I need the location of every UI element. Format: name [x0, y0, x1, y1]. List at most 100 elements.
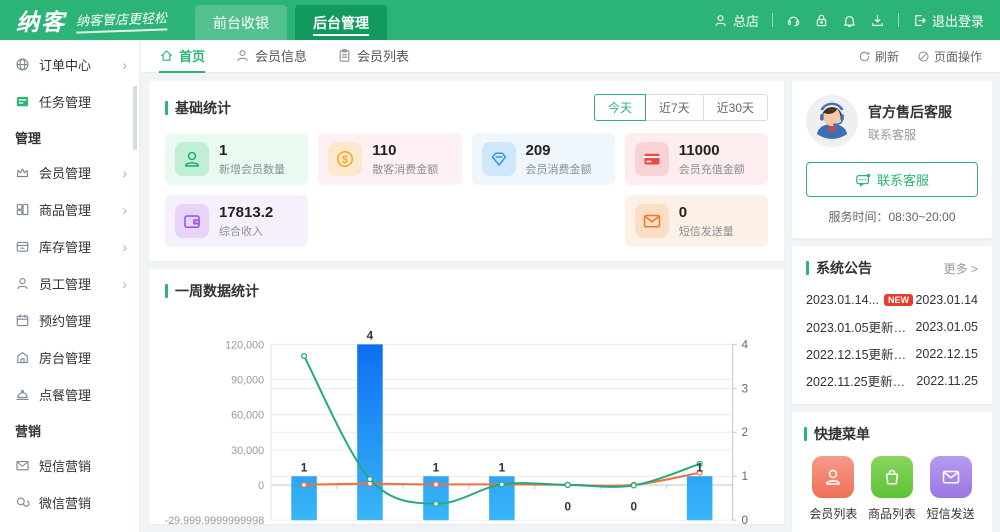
chevron-right-icon: ›: [122, 239, 127, 255]
logout-label: 退出登录: [932, 11, 984, 30]
module-tab-label: 首页: [179, 46, 205, 65]
sidebar-item[interactable]: 小程序营销: [0, 521, 139, 532]
sidebar-item[interactable]: 短信营销: [0, 447, 139, 484]
bankcard-icon: [635, 142, 669, 176]
chat-icon: [855, 172, 871, 188]
svg-text:1: 1: [433, 461, 440, 474]
quick-menu-item[interactable]: 商品列表: [868, 456, 916, 522]
sidebar-item-label: 商品管理: [39, 200, 122, 219]
quick-menu-panel: 快捷菜单 会员列表 商品列表 短信发送 商城订单 商品套餐 优惠券: [792, 412, 992, 532]
app-header: 纳客 纳客管店更轻松 前台收银后台管理 总店 退出登录: [0, 0, 1000, 40]
week-chart[interactable]: 1411001120,00090,00060,00030,0000-29,999…: [165, 309, 768, 524]
sidebar-item[interactable]: 预约管理: [0, 302, 139, 339]
header-tab-admin[interactable]: 后台管理: [295, 5, 387, 40]
week-chart-title: 一周数据统计: [165, 281, 768, 301]
contact-service-button[interactable]: 联系客服: [806, 162, 978, 197]
notice-row[interactable]: 2022.12.15更新说明2022.12.15: [806, 340, 978, 367]
svg-text:30,000: 30,000: [231, 445, 264, 457]
sidebar-item[interactable]: 商品管理›: [0, 191, 139, 228]
stat-label: 短信发送量: [679, 223, 734, 239]
service-name: 官方售后客服: [868, 102, 952, 122]
service-avatar: [806, 95, 858, 150]
chevron-right-icon: ›: [122, 57, 127, 73]
notice-title: 系统公告: [806, 258, 872, 278]
calendar-icon: [15, 313, 30, 328]
quick-menu-label: 短信发送: [927, 505, 975, 522]
stat-label: 新增会员数量: [219, 161, 285, 177]
mail-icon: [635, 204, 669, 238]
content: 首页会员信息会员列表 刷新页面操作 基础统计 今天近7天近30天 1 新增会员数…: [141, 40, 1000, 532]
bell-icon[interactable]: [842, 13, 857, 28]
refresh-button[interactable]: 刷新: [858, 48, 899, 65]
wechat-icon: [15, 495, 30, 510]
quick-menu-item[interactable]: 会员列表: [809, 456, 857, 522]
module-tabbar: 首页 会员信息会员列表 刷新 页面操作: [141, 40, 1000, 73]
time-filter-button[interactable]: 近7天: [645, 94, 704, 121]
sidebar-item[interactable]: 微信营销: [0, 484, 139, 521]
sidebar-item[interactable]: 任务管理: [0, 83, 139, 120]
sidebar-section-label: 营销: [0, 413, 139, 447]
notice-row[interactable]: 2023.01.05更新说明2023.01.05: [806, 313, 978, 340]
module-tab[interactable]: 首页: [159, 40, 205, 73]
stat-card: 11000 会员充值金额: [625, 133, 768, 185]
svg-text:60,000: 60,000: [231, 410, 264, 422]
basic-stats-panel: 基础统计 今天近7天近30天 1 新增会员数量$ 110 散客消费金额 209 …: [149, 81, 784, 261]
sidebar-item[interactable]: 会员管理›: [0, 154, 139, 191]
stat-card: 0 短信发送量: [625, 195, 768, 247]
stat-card: 209 会员消费金额: [472, 133, 615, 185]
time-filter: 今天近7天近30天: [595, 94, 768, 121]
sidebar-item-label: 库存管理: [39, 237, 122, 256]
sidebar-item[interactable]: 点餐管理: [0, 376, 139, 413]
stat-value: 11000: [679, 142, 745, 159]
stat-label: 散客消费金额: [372, 161, 438, 177]
stat-label: 会员充值金额: [679, 161, 745, 177]
module-tab[interactable]: 会员列表: [337, 40, 409, 73]
header-nav: 前台收银后台管理: [195, 5, 395, 40]
mail-icon: [930, 456, 972, 498]
time-filter-button[interactable]: 近30天: [703, 94, 768, 121]
lock-icon[interactable]: [814, 13, 829, 28]
header-tab-cashier[interactable]: 前台收银: [195, 5, 287, 40]
user-icon: [235, 48, 250, 63]
house-icon: [15, 350, 30, 365]
svg-text:4: 4: [367, 329, 374, 342]
page-actions-button[interactable]: 页面操作: [917, 48, 982, 65]
sidebar-item[interactable]: 订单中心›: [0, 46, 139, 83]
new-badge: NEW: [884, 294, 913, 306]
notice-text: 2023.01.05更新说明: [806, 317, 915, 336]
time-filter-button[interactable]: 今天: [594, 94, 646, 121]
storage-icon: [15, 239, 30, 254]
store-switcher[interactable]: 总店: [713, 11, 759, 30]
notice-row[interactable]: 2023.01.14...NEW2023.01.14: [806, 286, 978, 313]
user-icon: [713, 13, 728, 28]
envelope-icon: [15, 458, 30, 473]
refresh-icon: [858, 50, 871, 63]
module-tab[interactable]: 会员信息: [235, 40, 307, 73]
service-time: 服务时间：08:30~20:00: [806, 208, 978, 225]
stat-label: 综合收入: [219, 223, 273, 239]
quick-menu-label: 会员列表: [809, 505, 857, 522]
chevron-right-icon: ›: [122, 202, 127, 218]
task-icon: [15, 94, 30, 109]
headset-icon[interactable]: [786, 13, 801, 28]
notice-date: 2022.11.25: [916, 374, 978, 388]
svg-text:1: 1: [696, 461, 703, 474]
sidebar-item[interactable]: 房台管理: [0, 339, 139, 376]
globe-icon: [15, 57, 30, 72]
sidebar-scrollbar[interactable]: [133, 86, 137, 150]
sidebar-item[interactable]: 库存管理›: [0, 228, 139, 265]
divider: [772, 13, 773, 27]
notice-date: 2022.12.15: [915, 347, 978, 361]
notice-more-link[interactable]: 更多 >: [944, 260, 978, 277]
sidebar-item[interactable]: 员工管理›: [0, 265, 139, 302]
quick-menu-item[interactable]: 短信发送: [927, 456, 975, 522]
notice-row[interactable]: 2022.11.25更新说明2022.11.25: [806, 367, 978, 394]
svg-text:0: 0: [741, 514, 748, 524]
svg-text:0: 0: [630, 500, 637, 513]
download-icon[interactable]: [870, 13, 885, 28]
svg-text:-29,999.9999999998: -29,999.9999999998: [165, 515, 264, 524]
svg-text:1: 1: [301, 461, 308, 474]
notice-text: 2023.01.14...: [806, 293, 879, 307]
logout-button[interactable]: 退出登录: [912, 11, 984, 30]
sidebar: 订单中心›任务管理管理会员管理›商品管理›库存管理›员工管理›预约管理房台管理点…: [0, 40, 140, 532]
